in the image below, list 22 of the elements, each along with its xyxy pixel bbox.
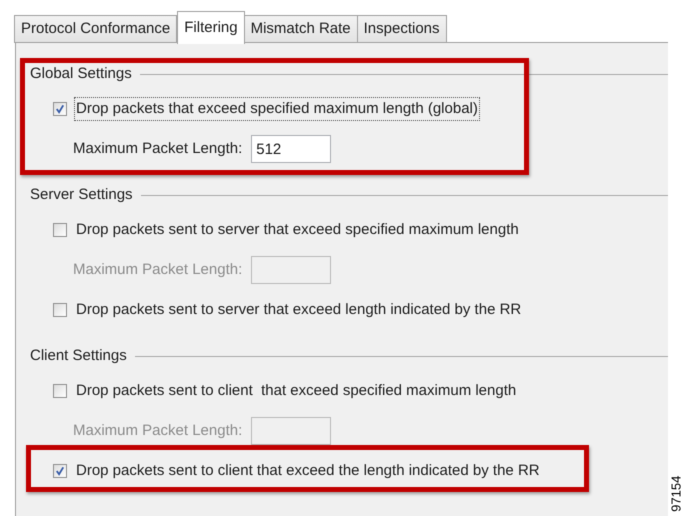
tab[interactable]: Protocol Conformance xyxy=(14,15,178,43)
checkbox-label[interactable]: Drop packets sent to server that exceed specified maximum length xyxy=(74,218,521,242)
checkbox[interactable] xyxy=(53,384,67,398)
input-field[interactable]: 512 xyxy=(251,135,332,163)
tab[interactable]: Filtering xyxy=(177,11,245,44)
checkbox-label[interactable]: Drop packets sent to server that exceed length indicated by the RR xyxy=(74,298,524,322)
section-title: Server Settings xyxy=(30,184,133,205)
checkbox-label[interactable]: Drop packets sent to client that exceed the length indicated by the RR xyxy=(74,458,542,484)
field-label: Maximum Packet Length: xyxy=(73,420,242,441)
field-label: Maximum Packet Length: xyxy=(73,260,242,280)
tab[interactable]: Inspections xyxy=(356,15,447,43)
tab[interactable]: Mismatch Rate xyxy=(244,15,358,43)
checkbox[interactable] xyxy=(53,464,67,478)
checkbox[interactable] xyxy=(53,303,67,317)
checkbox[interactable] xyxy=(53,102,67,116)
checkbox-label[interactable]: Drop packets that exceed specified maximum length (global) xyxy=(74,96,480,122)
field-label: Maximum Packet Length: xyxy=(73,138,242,159)
section-title: Client Settings xyxy=(30,346,127,366)
checkbox-label[interactable]: Drop packets sent to client that exceed specified maximum length xyxy=(74,378,518,404)
checkbox[interactable] xyxy=(53,223,67,237)
figure-number: 97154 xyxy=(667,476,684,512)
section-title: Global Settings xyxy=(30,64,132,84)
